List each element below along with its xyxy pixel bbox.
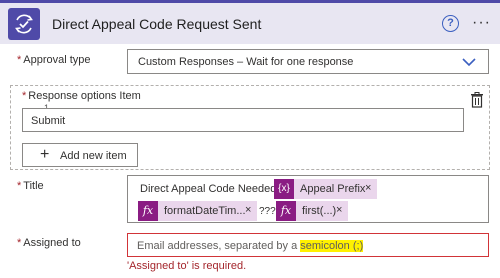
assigned-to-placeholder: Email addresses, separated by a semicolo… xyxy=(137,240,364,252)
required-mark: * xyxy=(22,90,27,102)
variable-icon: {x} xyxy=(274,179,294,199)
approval-type-label: * Approval type xyxy=(17,54,91,66)
assigned-to-label: * Assigned to xyxy=(17,237,81,249)
add-new-item-label: Add new item xyxy=(60,150,127,162)
response-option-input[interactable]: Submit xyxy=(22,108,464,132)
placeholder-highlight: semicolon (;) xyxy=(300,240,364,252)
remove-token-icon[interactable]: × xyxy=(365,182,371,194)
action-header[interactable]: Direct Appeal Code Request Sent ? ··· xyxy=(0,0,500,44)
chevron-down-icon[interactable] xyxy=(462,56,476,71)
function-icon: fx xyxy=(138,201,158,221)
assigned-to-label-text: Assigned to xyxy=(23,237,81,249)
assigned-to-error: 'Assigned to' is required. xyxy=(127,260,247,272)
assigned-to-input[interactable]: Email addresses, separated by a semicolo… xyxy=(127,233,489,257)
action-title[interactable]: Direct Appeal Code Request Sent xyxy=(52,16,261,32)
approval-check-icon xyxy=(8,8,40,40)
token-formatdatetime[interactable]: fx formatDateTim... × xyxy=(138,201,257,221)
title-expression-field[interactable]: Direct Appeal Code Needed - {x} Appeal P… xyxy=(127,175,489,223)
remove-token-icon[interactable]: × xyxy=(336,204,342,216)
response-options-label-text: Response options Item xyxy=(28,90,141,102)
remove-token-icon[interactable]: × xyxy=(245,204,251,216)
token-first[interactable]: fx first(...) × xyxy=(276,201,348,221)
title-label-text: Title xyxy=(23,180,44,192)
plus-icon: + xyxy=(40,146,50,163)
title-label: * Title xyxy=(17,180,44,192)
trash-icon[interactable] xyxy=(470,92,484,111)
function-icon: fx xyxy=(276,201,296,221)
required-mark: * xyxy=(17,237,22,249)
add-new-item-button[interactable]: + Add new item xyxy=(22,143,138,167)
token-label: Appeal Prefix xyxy=(300,183,366,195)
token-label: formatDateTim... xyxy=(164,205,246,217)
approval-type-label-text: Approval type xyxy=(23,54,91,66)
required-mark: * xyxy=(17,180,22,192)
title-prefix-text: Direct Appeal Code Needed - xyxy=(140,183,284,195)
required-mark: * xyxy=(17,54,22,66)
help-icon[interactable]: ? xyxy=(442,15,459,32)
approval-type-dropdown[interactable]: Custom Responses – Wait for one response xyxy=(127,49,489,74)
token-appeal-prefix[interactable]: {x} Appeal Prefix × xyxy=(274,179,377,199)
title-separator-text: ??? xyxy=(259,206,276,217)
approval-type-value: Custom Responses – Wait for one response xyxy=(138,56,354,68)
response-options-label: * Response options Item xyxy=(22,90,141,102)
token-label: first(...) xyxy=(302,205,337,217)
more-options-icon[interactable]: ··· xyxy=(472,14,491,32)
placeholder-text: Email addresses, separated by a xyxy=(137,240,301,252)
